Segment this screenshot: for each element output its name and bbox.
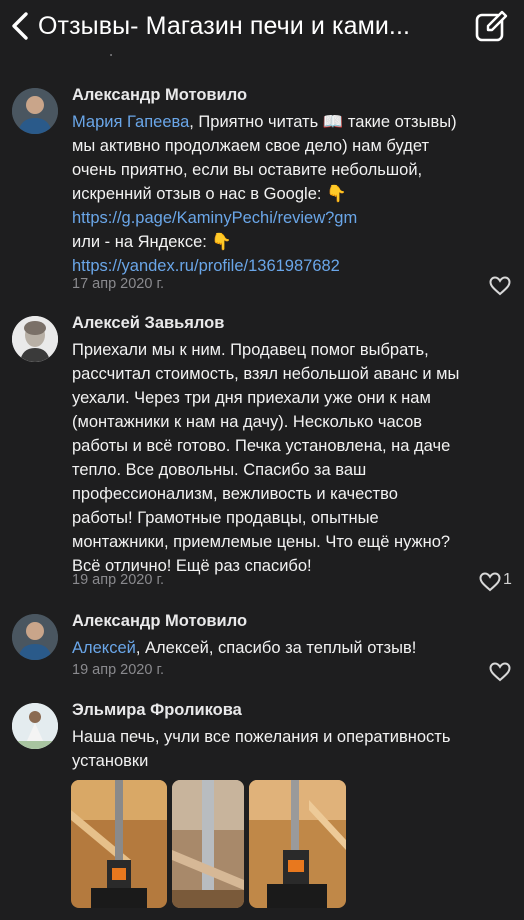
text-line: , Приятно читать 📖 такие отзывы) [189, 113, 457, 131]
text-line: мы активно продолжаем свое дело) нам буд… [72, 137, 430, 155]
top-bar: Отзывы- Магазин печи и ками... [0, 0, 524, 54]
comment-item: Александр Мотовило Мария Гапеева, Приятн… [0, 86, 524, 296]
comment-date: 17 апр 2020 г. [72, 276, 164, 292]
mention-link[interactable]: Алексей [72, 639, 136, 657]
text-line: Приехали мы к ним. Продавец помог выбрат… [72, 341, 429, 359]
photo-thumbnail[interactable] [172, 780, 244, 908]
comment-author[interactable]: Алексей Завьялов [72, 314, 224, 333]
text-line: работы и всё готово. Печка установлена, … [72, 437, 451, 455]
heart-icon[interactable] [489, 662, 511, 682]
avatar[interactable] [12, 316, 58, 362]
comment-author[interactable]: Александр Мотовило [72, 86, 247, 105]
heart-icon[interactable] [489, 276, 511, 296]
comment-author[interactable]: Александр Мотовило [72, 612, 247, 631]
text-line: рассчитал стоимость, взял небольшой аван… [72, 365, 460, 383]
text-line: установки [72, 752, 149, 770]
text-line: тепло. Все довольны. Спасибо за ваш [72, 461, 367, 479]
back-chevron-icon[interactable] [8, 10, 34, 42]
text-line: или - на Яндексе: 👇 [72, 233, 232, 251]
text-line: Наша печь, учли все пожелания и оператив… [72, 728, 451, 746]
comment-item: Алексей Завьялов Приехали мы к ним. Прод… [0, 314, 524, 594]
text-line: работы! Грамотные продавцы, опытные [72, 509, 379, 527]
comment-text: Мария Гапеева, Приятно читать 📖 такие от… [72, 110, 512, 278]
comment-item: Эльмира Фроликова Наша печь, учли все по… [0, 701, 524, 920]
comment-text: Алексей, Алексей, спасибо за теплый отзы… [72, 636, 512, 660]
page-title: Отзывы- Магазин печи и ками... [38, 12, 411, 40]
comment-date: 19 апр 2020 г. [72, 572, 164, 588]
comment-date: 19 апр 2020 г. [72, 662, 164, 678]
photo-thumbnail[interactable] [71, 780, 167, 908]
heart-icon[interactable] [479, 572, 501, 592]
text-line: , Алексей, спасибо за теплый отзыв! [135, 639, 417, 657]
text-line: искренний отзыв о нас в Google: 👇 [72, 185, 347, 203]
review-link-google[interactable]: https://g.page/KaminyPechi/review?gm [72, 206, 512, 230]
avatar[interactable] [12, 703, 58, 749]
comment-item: Александр Мотовило Алексей, Алексей, спа… [0, 612, 524, 684]
comment-text: Приехали мы к ним. Продавец помог выбрат… [72, 338, 512, 578]
text-line: (монтажники к нам на дачу). Несколько ча… [72, 413, 423, 431]
avatar[interactable] [12, 88, 58, 134]
text-line: монтажники, приемлемые цены. Что ещё нуж… [72, 533, 451, 551]
comment-author[interactable]: Эльмира Фроликова [72, 701, 242, 720]
photo-thumbnail[interactable] [249, 780, 346, 908]
text-line: очень приятно, если вы оставите небольшо… [72, 161, 423, 179]
text-line: профессионализм, вежливость и качество [72, 485, 398, 503]
text-line: уехали. Через три дня приехали уже они к… [72, 389, 431, 407]
mention-link[interactable]: Мария Гапеева [72, 113, 189, 131]
edit-icon[interactable] [474, 10, 508, 44]
avatar[interactable] [12, 614, 58, 660]
review-link-yandex[interactable]: https://yandex.ru/profile/1361987682 [72, 254, 512, 278]
like-count: 1 [503, 571, 512, 588]
comment-text: Наша печь, учли все пожелания и оператив… [72, 725, 512, 773]
